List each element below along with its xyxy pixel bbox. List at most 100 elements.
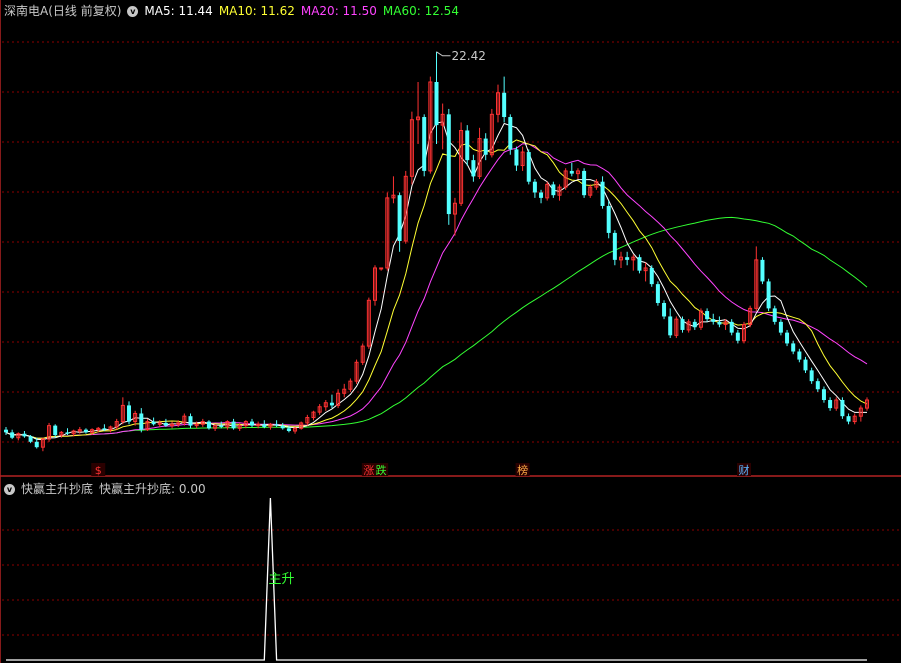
candle-body <box>508 117 513 150</box>
candle <box>496 84 500 123</box>
candle-body <box>206 421 211 429</box>
chevron-down-icon[interactable]: v <box>4 483 15 495</box>
candle <box>391 176 396 204</box>
candle-body <box>188 416 193 426</box>
candle <box>852 413 857 425</box>
candle <box>225 420 230 430</box>
candle <box>865 397 869 411</box>
candle <box>674 316 679 339</box>
candle-body <box>791 343 796 352</box>
candle-body <box>219 425 224 427</box>
candle <box>348 378 353 392</box>
candle <box>127 401 131 425</box>
candle-body <box>274 424 279 426</box>
price-panel-header: 深南电A(日线 前复权) v MA5: 11.44 MA10: 11.62 MA… <box>4 2 459 20</box>
candle <box>373 265 377 306</box>
max-price-label: 22.42 <box>452 49 486 63</box>
candle <box>40 437 45 452</box>
candle <box>821 386 826 403</box>
candle <box>10 429 15 440</box>
candle <box>742 321 746 344</box>
candle-body <box>569 170 574 174</box>
candle <box>446 108 451 225</box>
candle <box>250 418 254 427</box>
candle <box>785 329 790 347</box>
candle <box>772 305 777 325</box>
candle-body <box>803 359 808 371</box>
candle <box>151 417 156 426</box>
candle <box>47 422 52 442</box>
candle <box>274 420 279 427</box>
candle-body <box>22 433 27 437</box>
candle <box>754 246 759 312</box>
candle-body <box>329 402 334 406</box>
candle-body <box>280 425 285 429</box>
candle-body <box>483 138 488 155</box>
candle-body <box>434 81 439 126</box>
candle-body <box>582 170 587 196</box>
indicator-panel: 主升 <box>6 497 867 661</box>
candle-body <box>532 181 537 193</box>
candle <box>22 431 27 438</box>
candle-body <box>668 316 673 336</box>
candle <box>483 133 488 161</box>
candle <box>139 408 144 433</box>
candle <box>360 343 365 365</box>
chevron-down-icon[interactable]: v <box>127 5 139 17</box>
candle-body <box>34 441 39 448</box>
candle <box>170 421 175 429</box>
candle <box>582 168 587 198</box>
candle-body <box>735 332 740 341</box>
stock-title[interactable]: 深南电A(日线 前复权) <box>4 2 121 20</box>
candle <box>53 424 58 438</box>
candle <box>422 114 427 177</box>
indicator-value: 快赢主升抄底: 0.00 <box>99 482 206 496</box>
candle <box>735 329 740 344</box>
candle <box>323 400 328 411</box>
ma5-label: MA5: 11.44 <box>144 4 213 18</box>
candle-body <box>828 400 833 409</box>
candle <box>569 162 574 177</box>
max-price-pointer <box>436 51 451 57</box>
candle <box>858 405 863 422</box>
candle <box>397 192 402 252</box>
candle <box>600 176 605 209</box>
candle-body <box>539 192 544 198</box>
candle-body <box>655 284 660 303</box>
candle <box>188 413 193 429</box>
candle <box>508 114 513 155</box>
candle <box>311 410 316 421</box>
candle-body <box>711 319 716 322</box>
candle-body <box>28 436 33 442</box>
candle <box>231 418 236 430</box>
candle <box>206 420 211 430</box>
candle-body <box>65 432 70 434</box>
candle <box>575 168 580 180</box>
candle <box>83 428 88 434</box>
indicator-name[interactable]: 快赢主升抄底 <box>21 480 93 498</box>
candle <box>416 81 421 144</box>
candle <box>520 146 525 171</box>
candle <box>631 254 636 271</box>
candle <box>133 410 138 426</box>
candle <box>760 257 765 285</box>
candle <box>563 168 568 190</box>
candle-body <box>637 257 642 271</box>
candle <box>606 200 611 239</box>
candle <box>305 414 310 426</box>
candle <box>637 254 642 274</box>
candle <box>489 108 494 158</box>
candle <box>465 125 470 166</box>
candle <box>668 308 673 339</box>
candle-body <box>502 92 507 118</box>
candle <box>619 251 623 268</box>
candle-body <box>526 152 531 182</box>
candle <box>551 181 556 198</box>
signal-label: 主升 <box>268 572 294 587</box>
candle-body <box>846 416 851 422</box>
candle <box>379 267 384 271</box>
candle <box>385 192 390 271</box>
candle <box>840 397 845 419</box>
ma10-label: MA10: 11.62 <box>218 4 295 18</box>
stock-chart[interactable]: 22.42 $ 涨跌 榜 财 主升 <box>0 0 901 663</box>
